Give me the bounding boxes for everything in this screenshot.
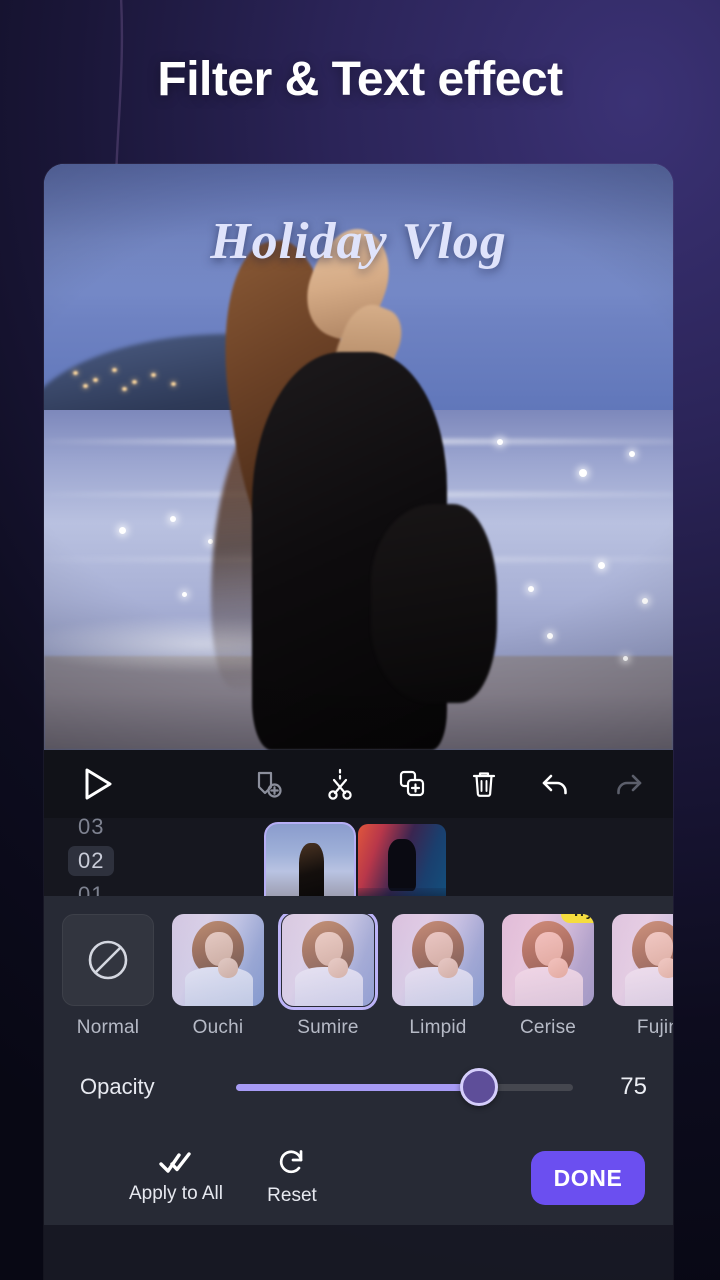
reset-label: Reset: [267, 1185, 317, 1207]
timeline-clip-dj[interactable]: [358, 824, 446, 896]
filter-label-normal: Normal: [62, 1017, 154, 1039]
filter-label-cerise: Cerise: [502, 1017, 594, 1039]
filter-item-ouchi[interactable]: Ouchi: [172, 914, 264, 1039]
filter-label-fujin: Fujin: [612, 1017, 673, 1039]
filter-label-ouchi: Ouchi: [172, 1017, 264, 1039]
add-clip-icon[interactable]: [250, 766, 286, 802]
track-number-01[interactable]: 01: [68, 880, 114, 896]
play-icon[interactable]: [76, 762, 120, 806]
redo-icon[interactable]: [610, 766, 646, 802]
filter-item-cerise[interactable]: Try Cerise: [502, 914, 594, 1039]
delete-trash-icon[interactable]: [466, 766, 502, 802]
filter-list[interactable]: Normal Ouchi: [44, 914, 673, 1039]
filter-item-sumire[interactable]: Sumire: [282, 914, 374, 1039]
opacity-slider[interactable]: [236, 1073, 573, 1101]
editor-toolbar: [44, 750, 673, 818]
filter-thumb-cerise[interactable]: Try: [502, 914, 594, 1006]
opacity-label: Opacity: [80, 1074, 236, 1100]
timeline[interactable]: 03 02 01: [44, 818, 673, 896]
track-number-03[interactable]: 03: [68, 818, 114, 842]
try-badge[interactable]: Try: [561, 914, 594, 923]
reset-refresh-icon: [277, 1148, 307, 1178]
filter-label-limpid: Limpid: [392, 1017, 484, 1039]
timeline-clip-beach[interactable]: [266, 824, 354, 896]
reset-button[interactable]: Reset: [234, 1148, 350, 1207]
filter-item-limpid[interactable]: Limpid: [392, 914, 484, 1039]
bottom-action-bar: Apply to All Reset DONE: [44, 1129, 673, 1225]
done-button[interactable]: DONE: [531, 1151, 645, 1205]
page-title: Filter & Text effect: [0, 52, 720, 107]
filters-panel: Normal Ouchi: [44, 896, 673, 1045]
opacity-row: Opacity 75: [44, 1045, 673, 1129]
filter-item-fujin[interactable]: Fujin: [612, 914, 673, 1039]
filter-thumb-normal[interactable]: [62, 914, 154, 1006]
editor-phone-panel: Holiday Vlog: [44, 164, 673, 1280]
filter-thumb-fujin[interactable]: [612, 914, 673, 1006]
slider-knob[interactable]: [460, 1068, 498, 1106]
apply-to-all-button[interactable]: Apply to All: [118, 1150, 234, 1205]
undo-icon[interactable]: [538, 766, 574, 802]
video-preview[interactable]: Holiday Vlog: [44, 164, 673, 750]
timeline-clips: [266, 824, 446, 896]
filter-thumb-ouchi[interactable]: [172, 914, 264, 1006]
track-number-02[interactable]: 02: [68, 846, 114, 876]
filter-thumb-limpid[interactable]: [392, 914, 484, 1006]
double-check-icon: [158, 1150, 194, 1176]
no-filter-icon: [85, 937, 131, 983]
opacity-value: 75: [585, 1073, 647, 1101]
filter-label-sumire: Sumire: [282, 1017, 374, 1039]
duplicate-icon[interactable]: [394, 766, 430, 802]
filter-item-normal[interactable]: Normal: [62, 914, 154, 1039]
video-overlay-text[interactable]: Holiday Vlog: [44, 212, 673, 271]
apply-to-all-label: Apply to All: [129, 1183, 223, 1205]
timeline-track-numbers: 03 02 01: [68, 818, 138, 896]
filter-thumb-sumire[interactable]: [282, 914, 374, 1006]
split-scissors-icon[interactable]: [322, 766, 358, 802]
slider-fill: [236, 1084, 479, 1091]
